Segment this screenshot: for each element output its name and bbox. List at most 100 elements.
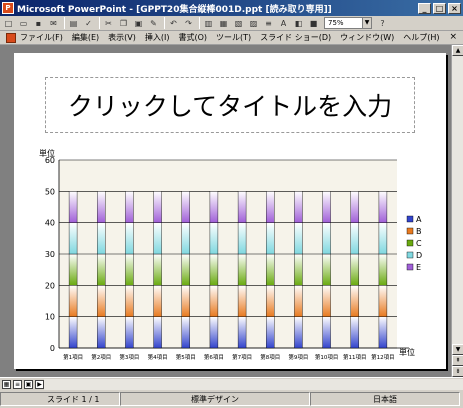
bar-segment <box>322 285 331 317</box>
paste-icon[interactable]: ▣ <box>132 17 145 29</box>
x-tick-label: 第4項目 <box>148 353 168 361</box>
legend-label: D <box>416 251 422 260</box>
menu-help[interactable]: ヘルプ(H) <box>403 32 439 43</box>
spellcheck-icon[interactable]: ✓ <box>82 17 95 29</box>
insert-clipart-icon[interactable]: ▨ <box>247 17 260 29</box>
new-icon[interactable]: □ <box>2 17 15 29</box>
bar-segment <box>266 253 275 286</box>
email-icon[interactable]: ✉ <box>47 17 60 29</box>
legend-swatch <box>406 263 414 271</box>
outline-view-icon[interactable]: ≡ <box>13 379 22 389</box>
scroll-down-arrow-icon[interactable]: ▼ <box>452 344 463 355</box>
next-slide-icon[interactable]: ⇟ <box>452 366 463 377</box>
bar-segment <box>237 316 247 349</box>
bar-segment <box>378 191 388 223</box>
cut-icon[interactable]: ✂ <box>102 17 115 29</box>
bar-segment <box>125 253 134 286</box>
title-bar: P Microsoft PowerPoint - [GPPT20集合縦棒001D… <box>0 0 463 16</box>
insert-table-icon[interactable]: ▦ <box>217 17 230 29</box>
menu-window[interactable]: ウィンドウ(W) <box>340 32 394 43</box>
menu-view[interactable]: 表示(V) <box>108 32 136 43</box>
y-tick-label: 40 <box>45 219 55 228</box>
open-icon[interactable]: ▭ <box>17 17 30 29</box>
status-language: 日本語 <box>310 392 460 406</box>
grayscale-icon[interactable]: ◧ <box>292 17 305 29</box>
status-design-name: 標準デザイン <box>120 392 310 406</box>
bar-segment <box>294 222 303 255</box>
document-icon[interactable] <box>6 32 16 43</box>
print-icon[interactable]: ▤ <box>67 17 80 29</box>
legend-swatch <box>406 227 414 235</box>
scroll-up-arrow-icon[interactable]: ▲ <box>452 45 463 56</box>
x-tick-label: 第12項目 <box>371 353 395 361</box>
menu-insert[interactable]: 挿入(I) <box>145 32 170 43</box>
bar-segment <box>97 253 106 286</box>
bar-segment <box>237 222 247 255</box>
expand-all-icon[interactable]: ≡ <box>262 17 275 29</box>
title-placeholder[interactable]: クリックしてタイトルを入力 <box>45 77 415 133</box>
minimize-button[interactable]: _ <box>418 2 431 14</box>
bar-segment <box>68 316 78 349</box>
previous-slide-icon[interactable]: ⇞ <box>452 355 463 366</box>
close-button[interactable]: × <box>448 2 461 14</box>
title-placeholder-text: クリックしてタイトルを入力 <box>67 92 393 121</box>
bar-segment <box>209 222 219 255</box>
insert-chart-icon[interactable]: ▥ <box>202 17 215 29</box>
bar-segment <box>97 222 106 255</box>
slide-sorter-view-icon[interactable]: ▣ <box>24 379 33 389</box>
bar-segment <box>97 191 106 223</box>
x-axis-label: 単位 <box>399 347 415 357</box>
slide-canvas[interactable]: クリックしてタイトルを入力 0 10 20 30 40 50 60 単位 単位 第1項目 第2項目第… <box>14 53 446 369</box>
bar-segment <box>181 191 190 223</box>
document-close-button[interactable]: × <box>449 32 457 42</box>
show-formatting-icon[interactable]: A <box>277 17 290 29</box>
legend-label: C <box>416 239 422 248</box>
bar-segment <box>209 253 219 286</box>
stacked-bar-chart[interactable]: 0102030405060単位単位第1項目 第2項目 第3項目 第4項目 第5項目 第6項… <box>29 148 441 363</box>
menu-file[interactable]: ファイル(F) <box>20 32 63 43</box>
bar-segment <box>237 285 247 317</box>
undo-icon[interactable]: ↶ <box>167 17 180 29</box>
slideshow-view-icon[interactable]: ▶ <box>35 379 44 389</box>
normal-view-icon[interactable]: ▦ <box>2 379 11 389</box>
menu-format[interactable]: 書式(O) <box>178 32 207 43</box>
bar-segment <box>378 285 388 317</box>
format-painter-icon[interactable]: ✎ <box>147 17 160 29</box>
bar-segment <box>68 222 78 255</box>
bar-segment <box>294 316 303 349</box>
y-tick-label: 20 <box>45 281 55 290</box>
window-title: Microsoft PowerPoint - [GPPT20集合縦棒001D.p… <box>17 4 332 15</box>
vertical-scrollbar[interactable]: ▲ ▼ ⇞ ⇟ <box>451 45 463 377</box>
toolbar-separator <box>164 17 165 29</box>
bar-segment <box>266 285 275 317</box>
standard-toolbar: □ ▭ ▪ ✉ ▤ ✓ ✂ ❐ ▣ ✎ ↶ ↷ ▥ ▦ ▧ ▨ ≡ A ◧ ■ … <box>0 16 463 31</box>
menu-tools[interactable]: ツール(T) <box>216 32 251 43</box>
menu-edit[interactable]: 編集(E) <box>72 32 99 43</box>
zoom-select[interactable]: 75% ▼ <box>324 17 372 29</box>
menu-slideshow[interactable]: スライド ショー(D) <box>260 32 331 43</box>
help-icon[interactable]: ? <box>376 17 389 29</box>
status-bar: スライド 1 / 1 標準デザイン 日本語 <box>0 390 463 408</box>
bar-segment <box>153 316 162 349</box>
color-icon[interactable]: ■ <box>307 17 320 29</box>
view-bar: ▦ ≡ ▣ ▶ <box>0 377 463 390</box>
copy-icon[interactable]: ❐ <box>117 17 130 29</box>
redo-icon[interactable]: ↷ <box>182 17 195 29</box>
toolbar-separator <box>199 17 200 29</box>
bar-segment <box>209 191 219 223</box>
slide-workspace: クリックしてタイトルを入力 0 10 20 30 40 50 60 単位 単位 第1項目 第2項目第… <box>0 45 451 377</box>
legend-swatch <box>406 239 414 247</box>
bar-segment <box>125 285 134 317</box>
powerpoint-app-icon[interactable]: P <box>2 2 14 14</box>
bar-segment <box>181 222 190 255</box>
bar-segment <box>294 285 303 317</box>
maximize-button[interactable]: □ <box>433 2 446 14</box>
save-icon[interactable]: ▪ <box>32 17 45 29</box>
bar-segment <box>181 285 190 317</box>
bar-segment <box>68 285 78 317</box>
bar-segment <box>68 253 78 286</box>
y-axis-label: 単位 <box>39 148 55 158</box>
insert-wordart-icon[interactable]: ▧ <box>232 17 245 29</box>
bar-segment <box>125 316 134 349</box>
horizontal-scrollbar[interactable] <box>44 379 463 390</box>
